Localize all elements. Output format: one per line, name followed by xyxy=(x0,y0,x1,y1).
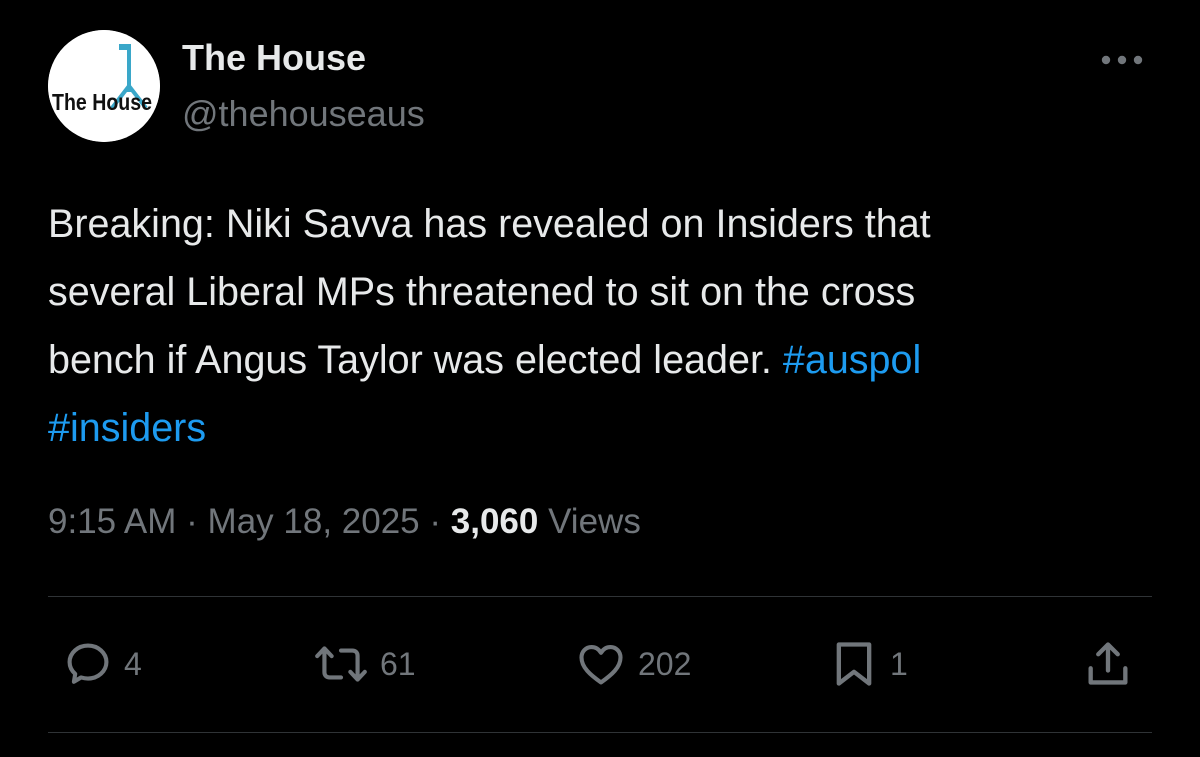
views-count: 3,060 xyxy=(450,502,539,541)
repost-icon xyxy=(315,646,367,682)
repost-count: 61 xyxy=(380,646,416,682)
meta-separator: · xyxy=(186,502,198,541)
tweet-line: several Liberal MPs threatened to sit on… xyxy=(48,270,916,314)
repost-button[interactable]: 61 xyxy=(312,638,416,690)
views-label: Views xyxy=(548,502,641,541)
reply-icon xyxy=(67,643,109,684)
bookmark-button[interactable]: 1 xyxy=(828,638,908,690)
the-house-logo: The House xyxy=(48,30,160,142)
reply-count: 4 xyxy=(124,646,142,682)
bookmark-count: 1 xyxy=(890,646,908,682)
tweet-line: #insiders xyxy=(48,394,1158,462)
like-icon xyxy=(579,645,623,685)
share-button[interactable] xyxy=(1082,638,1134,690)
like-button[interactable]: 202 xyxy=(574,638,691,690)
svg-text:The House: The House xyxy=(52,89,152,115)
tweet-line-text: bench if Angus Taylor was elected leader… xyxy=(48,338,783,382)
divider xyxy=(48,732,1152,733)
more-options-button[interactable] xyxy=(1096,44,1152,76)
reply-button[interactable]: 4 xyxy=(62,638,142,690)
more-icon xyxy=(1101,55,1143,65)
tweet-line: bench if Angus Taylor was elected leader… xyxy=(48,326,1158,394)
hashtag-link[interactable]: #auspol xyxy=(783,338,921,382)
tweet-date[interactable]: May 18, 2025 xyxy=(208,502,420,541)
user-handle[interactable]: @thehouseaus xyxy=(182,92,425,136)
avatar[interactable]: The House xyxy=(48,30,160,142)
divider xyxy=(48,596,1152,597)
tweet-line: Breaking: Niki Savva has revealed on Ins… xyxy=(48,202,931,246)
display-name[interactable]: The House xyxy=(182,36,366,80)
hashtag-link[interactable]: #insiders xyxy=(48,406,206,450)
tweet-time[interactable]: 9:15 AM xyxy=(48,502,176,541)
meta-separator: · xyxy=(429,502,442,541)
share-icon xyxy=(1088,642,1128,685)
like-count: 202 xyxy=(638,646,692,682)
tweet-text: Breaking: Niki Savva has revealed on Ins… xyxy=(48,190,1158,462)
tweet-meta: 9:15 AM · May 18, 2025 · 3,060 Views xyxy=(48,500,641,544)
bookmark-icon xyxy=(836,642,872,686)
